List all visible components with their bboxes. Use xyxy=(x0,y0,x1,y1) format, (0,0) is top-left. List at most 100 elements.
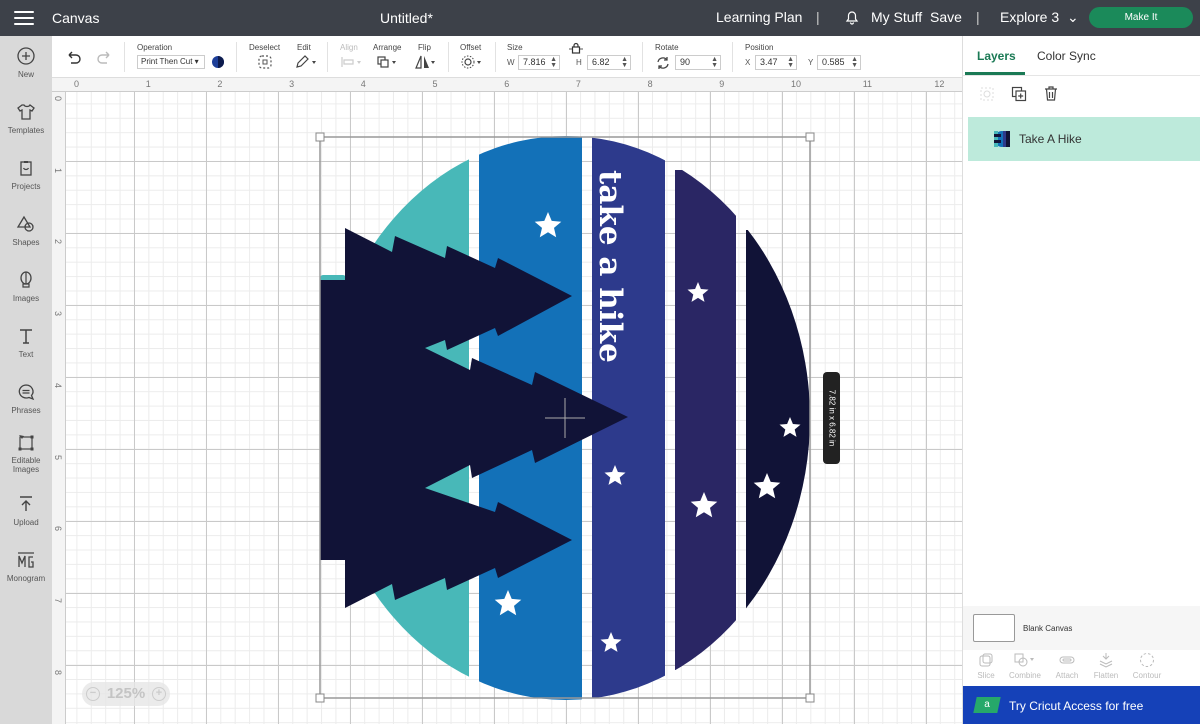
sidebar-item-text[interactable]: Text xyxy=(0,326,52,359)
y-position-input[interactable]: 0.585 ▲ ▼ xyxy=(817,55,861,70)
editable-images-icon xyxy=(18,435,34,451)
size-label: Size xyxy=(507,43,523,52)
position-label: Position xyxy=(745,43,774,52)
sidebar-item-templates[interactable]: Templates xyxy=(0,102,52,135)
offset-icon[interactable] xyxy=(460,54,484,70)
edit-toolbar: Operation Print Then Cut ▾ Deselect Edit… xyxy=(52,36,962,78)
align-icon[interactable] xyxy=(340,54,364,70)
stripe-purple xyxy=(675,170,736,670)
arrange-icon[interactable] xyxy=(376,54,400,70)
width-input[interactable]: 7.816 ▲ ▼ xyxy=(518,55,560,70)
rotate-input[interactable]: 90 ▲ ▼ xyxy=(675,55,721,70)
sidebar-item-images[interactable]: Images xyxy=(0,270,52,303)
contour-label: Contour xyxy=(1132,671,1162,680)
sidebar-item-editable-images[interactable]: Editable Images xyxy=(0,432,52,474)
stepper-icon[interactable]: ▲ ▼ xyxy=(787,56,794,69)
layer-thumbnail-icon xyxy=(994,131,1010,147)
y-label: Y xyxy=(808,58,814,67)
combine-icon xyxy=(1014,653,1034,667)
make-it-button[interactable]: Make It xyxy=(1089,7,1193,28)
layer-tools: Slice Combine Attach Flatten Contour xyxy=(963,650,1200,686)
tshirt-icon xyxy=(17,104,35,120)
my-stuff-link[interactable]: My Stuff xyxy=(871,9,922,25)
sidebar-label: Images xyxy=(12,465,40,474)
learning-plan-link[interactable]: Learning Plan xyxy=(716,9,802,25)
trash-icon[interactable] xyxy=(1043,85,1059,102)
plus-circle-icon xyxy=(17,47,35,65)
flatten-label: Flatten xyxy=(1093,671,1119,680)
resize-handle-bl[interactable] xyxy=(315,693,325,703)
machine-selector[interactable]: Explore 3 ⌄ xyxy=(1000,9,1079,26)
save-button[interactable]: Save xyxy=(930,9,962,25)
deselect-label: Deselect xyxy=(249,43,281,52)
sidebar-label: Editable xyxy=(11,456,41,465)
access-badge-icon: a xyxy=(973,697,1001,713)
attach-label: Attach xyxy=(1055,671,1079,680)
combine-label: Combine xyxy=(1008,671,1041,680)
layers-panel: Layers Color Sync Take A Hike Blank Canv… xyxy=(962,36,1200,724)
contour-button[interactable]: Contour xyxy=(1127,652,1167,680)
lock-icon[interactable] xyxy=(569,42,583,54)
upload-icon xyxy=(20,496,32,511)
blank-canvas-label: Blank Canvas xyxy=(1023,624,1073,633)
align-label: Align xyxy=(340,43,358,52)
projects-icon xyxy=(20,161,32,176)
left-sidebar: New Templates Projects Shapes Images Tex… xyxy=(0,36,52,724)
combine-button[interactable]: Combine xyxy=(1005,652,1045,680)
operation-select[interactable]: Print Then Cut ▾ xyxy=(137,55,205,69)
flip-icon[interactable] xyxy=(414,54,438,70)
tab-layers[interactable]: Layers xyxy=(977,49,1016,63)
stepper-icon[interactable]: ▲ ▼ xyxy=(711,56,718,69)
x-label: X xyxy=(745,58,751,67)
paperclip-icon xyxy=(1059,656,1075,664)
resize-handle-br[interactable] xyxy=(805,693,815,703)
group-icon[interactable] xyxy=(979,86,995,102)
height-input[interactable]: 6.82 ▲ ▼ xyxy=(587,55,631,70)
flip-label: Flip xyxy=(418,43,431,52)
flatten-button[interactable]: Flatten xyxy=(1086,652,1126,680)
stepper-icon[interactable]: ▲ ▼ xyxy=(851,56,858,69)
app-section-title: Canvas xyxy=(52,10,100,26)
redo-icon[interactable] xyxy=(96,51,112,65)
offset-label: Offset xyxy=(460,43,482,52)
blank-canvas-thumbnail xyxy=(973,614,1015,642)
sidebar-item-monogram[interactable]: Monogram xyxy=(0,550,52,583)
stepper-icon[interactable]: ▲ ▼ xyxy=(621,56,628,69)
bell-icon[interactable] xyxy=(844,9,860,28)
sidebar-label: Text xyxy=(18,350,34,359)
stepper-icon[interactable]: ▲ ▼ xyxy=(550,56,557,69)
flatten-icon xyxy=(1099,653,1113,668)
x-position-input[interactable]: 3.47 ▲ ▼ xyxy=(755,55,797,70)
undo-icon[interactable] xyxy=(66,51,82,65)
edit-pencil-icon[interactable] xyxy=(294,54,318,70)
attach-button[interactable]: Attach xyxy=(1047,652,1087,680)
tab-color-sync[interactable]: Color Sync xyxy=(1037,49,1096,63)
zoom-in-icon[interactable]: + xyxy=(152,687,166,701)
slice-button[interactable]: Slice xyxy=(966,652,1006,680)
height-label: H xyxy=(576,58,582,67)
sidebar-item-projects[interactable]: Projects xyxy=(0,158,52,191)
blank-canvas-row[interactable]: Blank Canvas xyxy=(963,606,1200,650)
sidebar-label: Images xyxy=(12,294,40,303)
design-canvas[interactable]: 0 1 2 3 4 5 6 7 8 9 10 11 12 012345678 take a hike xyxy=(52,78,962,724)
sidebar-label: Monogram xyxy=(6,574,46,583)
access-banner-text: Try Cricut Access for free xyxy=(1009,699,1144,713)
duplicate-icon[interactable] xyxy=(1011,86,1027,102)
hamburger-menu-icon[interactable] xyxy=(14,11,34,25)
zoom-out-icon[interactable]: − xyxy=(86,687,100,701)
sidebar-item-phrases[interactable]: Phrases xyxy=(0,382,52,415)
layer-item[interactable]: Take A Hike xyxy=(968,117,1200,161)
height-value: 6.82 xyxy=(592,57,610,67)
cricut-access-banner[interactable]: a Try Cricut Access for free xyxy=(963,686,1200,724)
document-title[interactable]: Untitled* xyxy=(380,10,433,26)
resize-handle-tr[interactable] xyxy=(805,132,815,142)
sidebar-item-upload[interactable]: Upload xyxy=(0,494,52,527)
rotate-icon[interactable] xyxy=(655,55,671,71)
sidebar-item-new[interactable]: New xyxy=(0,46,52,79)
material-color-swatch-icon[interactable] xyxy=(211,55,225,69)
deselect-icon[interactable] xyxy=(257,54,273,70)
machine-name: Explore 3 xyxy=(1000,9,1060,25)
resize-handle-tl[interactable] xyxy=(315,132,325,142)
sidebar-label: Phrases xyxy=(11,406,41,415)
sidebar-item-shapes[interactable]: Shapes xyxy=(0,214,52,247)
